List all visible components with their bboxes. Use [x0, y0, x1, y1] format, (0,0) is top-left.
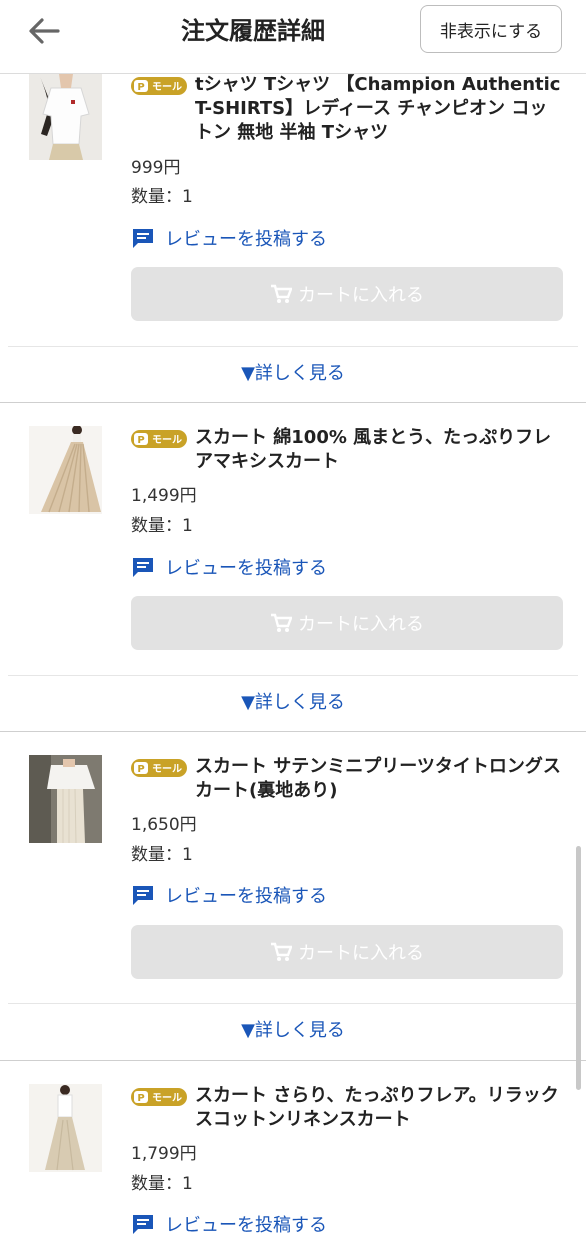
review-link[interactable]: レビューを投稿する	[131, 225, 327, 251]
cart-icon	[271, 284, 292, 303]
review-comment-icon	[133, 1215, 153, 1234]
divider	[8, 1003, 578, 1004]
review-link[interactable]: レビューを投稿する	[131, 554, 327, 580]
review-comment-icon	[133, 886, 153, 905]
product-thumbnail[interactable]	[29, 426, 102, 514]
product-name[interactable]: スカート さらり、たっぷりフレア。リラックスコットンリネンスカート	[195, 1084, 565, 1132]
badge-label: モール	[152, 1093, 182, 1104]
product-price: 1,799円	[131, 1144, 197, 1164]
product-price: 1,499円	[131, 486, 197, 506]
hide-button[interactable]: 非表示にする	[420, 5, 562, 53]
review-link[interactable]: レビューを投稿する	[131, 1211, 327, 1237]
mall-badge-icon: P モール	[131, 759, 187, 777]
app-header: 注文履歴詳細 非表示にする	[0, 0, 586, 74]
show-details-link[interactable]: ▼詳しく見る	[0, 690, 586, 716]
badge-label: モール	[152, 82, 182, 93]
product-price: 1,650円	[131, 815, 197, 835]
item-divider	[0, 402, 586, 403]
product-name[interactable]: tシャツ Tシャツ 【Champion Authentic T-SHIRTS】レ…	[195, 73, 565, 145]
product-thumbnail[interactable]	[29, 1084, 102, 1172]
cart-icon	[271, 613, 292, 632]
product-quantity: 数量：1	[131, 516, 193, 536]
review-label: レビューを投稿する	[165, 558, 327, 579]
mall-badge-icon: P モール	[131, 77, 187, 95]
add-to-cart-button[interactable]: カートに入れる	[131, 925, 563, 979]
product-name[interactable]: スカート サテンミニプリーツタイトロングスカート(裏地あり)	[195, 755, 565, 803]
product-price: 999円	[131, 158, 181, 178]
mall-badge-icon: P モール	[131, 430, 187, 448]
item-divider	[0, 1060, 586, 1061]
review-comment-icon	[133, 558, 153, 577]
cart-label: カートに入れる	[298, 285, 424, 306]
review-label: レビューを投稿する	[165, 1215, 327, 1236]
badge-label: モール	[152, 435, 182, 446]
svg-text:P: P	[137, 1093, 144, 1104]
review-label: レビューを投稿する	[165, 886, 327, 907]
product-quantity: 数量：1	[131, 845, 193, 865]
add-to-cart-button[interactable]: カートに入れる	[131, 596, 563, 650]
show-details-link[interactable]: ▼詳しく見る	[0, 361, 586, 387]
svg-text:P: P	[137, 82, 144, 93]
review-comment-icon	[133, 229, 153, 248]
badge-label: モール	[152, 764, 182, 775]
review-label: レビューを投稿する	[165, 229, 327, 250]
mall-badge-icon: P モール	[131, 1088, 187, 1106]
product-thumbnail[interactable]	[29, 74, 102, 160]
add-to-cart-button[interactable]: カートに入れる	[131, 267, 563, 321]
scrollbar[interactable]	[576, 846, 581, 1090]
product-thumbnail[interactable]	[29, 755, 102, 843]
product-quantity: 数量：1	[131, 1174, 193, 1194]
svg-text:P: P	[137, 435, 144, 446]
product-name[interactable]: スカート 綿100% 風まとう、たっぷりフレアマキシスカート	[195, 426, 565, 474]
show-details-link[interactable]: ▼詳しく見る	[0, 1018, 586, 1044]
divider	[8, 346, 578, 347]
cart-label: カートに入れる	[298, 943, 424, 964]
item-divider	[0, 731, 586, 732]
divider	[8, 675, 578, 676]
svg-text:P: P	[137, 764, 144, 775]
cart-label: カートに入れる	[298, 614, 424, 635]
cart-icon	[271, 942, 292, 961]
product-quantity: 数量：1	[131, 187, 193, 207]
review-link[interactable]: レビューを投稿する	[131, 882, 327, 908]
